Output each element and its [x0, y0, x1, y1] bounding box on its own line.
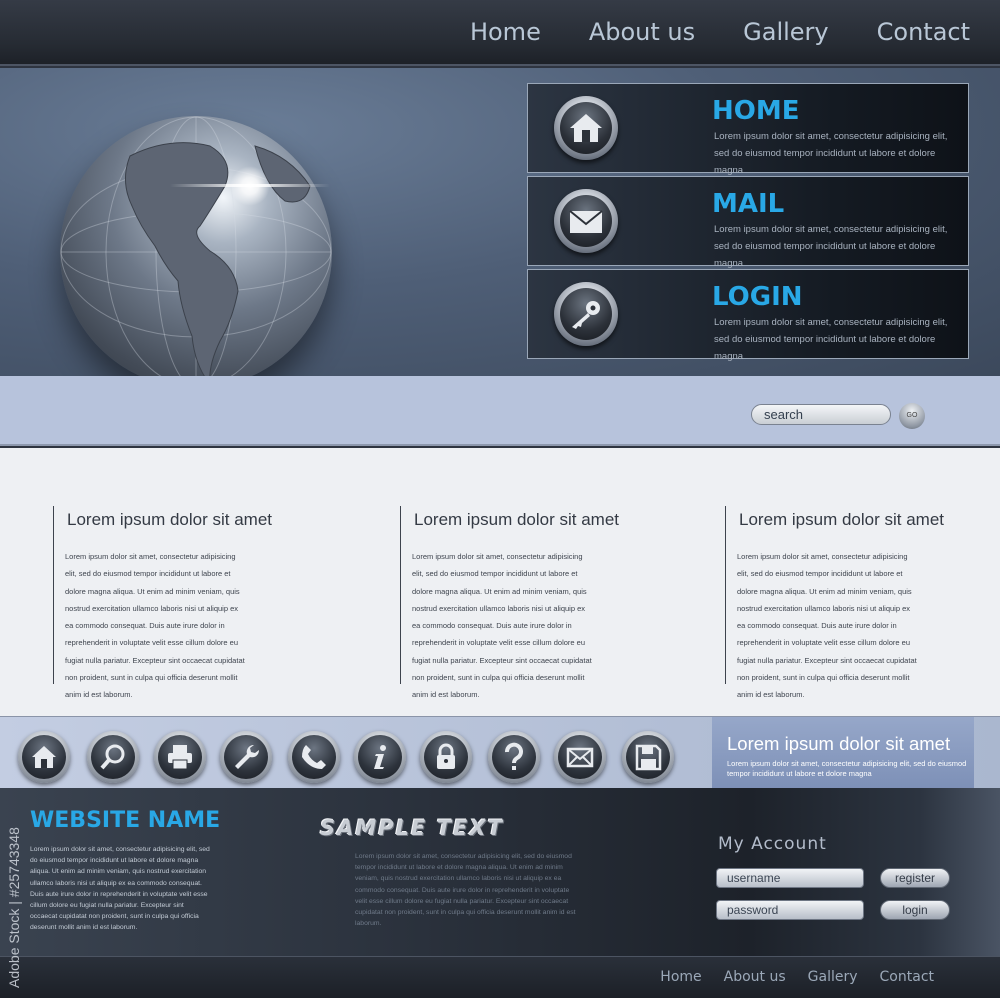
menu-text-home: Lorem ipsum dolor sit amet, consectetur …	[714, 131, 948, 176]
footer-contact-link[interactable]: Contact	[880, 969, 934, 985]
phone-icon[interactable]	[288, 731, 340, 783]
menu-title-login: LOGIN	[712, 282, 803, 312]
nav-home-link[interactable]: Home	[470, 18, 541, 46]
search-input[interactable]: search	[751, 404, 891, 425]
column-text: Lorem ipsum dolor sit amet, consectetur …	[412, 552, 592, 700]
footer-about-link[interactable]: About us	[724, 969, 786, 985]
search-go-button[interactable]: GO	[899, 403, 925, 429]
envelope-icon	[569, 210, 603, 233]
search-band: search GO	[0, 376, 1000, 446]
menu-panel-mail[interactable]: MAIL Lorem ipsum dolor sit amet, consect…	[527, 176, 969, 269]
content-column: Lorem ipsum dolor sit amet Lorem ipsum d…	[725, 506, 944, 699]
content-column: Lorem ipsum dolor sit amet Lorem ipsum d…	[400, 506, 619, 699]
mail-icon[interactable]	[554, 731, 606, 783]
mail-button[interactable]	[554, 189, 618, 253]
account-heading: My Account	[718, 834, 827, 854]
home-button[interactable]	[554, 96, 618, 160]
help-icon[interactable]	[488, 731, 540, 783]
search-icon[interactable]	[87, 731, 139, 783]
bottom-nav: Home About us Gallery Contact	[660, 969, 934, 985]
watermark-text: Adobe Stock | #25743348	[6, 827, 22, 988]
nav-gallery-link[interactable]: Gallery	[743, 18, 828, 46]
save-icon[interactable]	[622, 731, 674, 783]
content-column: Lorem ipsum dolor sit amet Lorem ipsum d…	[53, 506, 272, 699]
printer-icon[interactable]	[154, 731, 206, 783]
promo-heading: Lorem ipsum dolor sit amet	[727, 733, 951, 754]
nav-contact-link[interactable]: Contact	[877, 18, 970, 46]
globe-image	[60, 116, 332, 388]
nav-about-link[interactable]: About us	[589, 18, 695, 46]
lock-icon[interactable]	[420, 731, 472, 783]
stock-watermark: Adobe Stock | #25743348	[6, 770, 22, 990]
home-icon[interactable]	[18, 731, 70, 783]
icon-bar: Lorem ipsum dolor sit amet Lorem ipsum d…	[0, 716, 1000, 789]
menu-title-home: HOME	[712, 96, 800, 126]
column-heading: Lorem ipsum dolor sit amet	[739, 510, 945, 529]
menu-panel-home[interactable]: HOME Lorem ipsum dolor sit amet, consect…	[527, 83, 969, 176]
username-field[interactable]: username	[716, 868, 864, 888]
password-field[interactable]: password	[716, 900, 864, 920]
column-text: Lorem ipsum dolor sit amet, consectetur …	[65, 552, 245, 700]
house-icon	[570, 114, 602, 142]
sample-text: Lorem ipsum dolor sit amet, consectetur …	[355, 853, 576, 928]
menu-panel-login[interactable]: LOGIN Lorem ipsum dolor sit amet, consec…	[527, 269, 969, 362]
menu-title-mail: MAIL	[712, 189, 785, 219]
login-submit-button[interactable]: login	[880, 900, 950, 920]
hero-banner: HOME Lorem ipsum dolor sit amet, consect…	[0, 68, 1000, 388]
menu-text-login: Lorem ipsum dolor sit amet, consectetur …	[714, 317, 948, 362]
lens-flare-streak	[170, 184, 330, 187]
register-button[interactable]: register	[880, 868, 950, 888]
site-description: Lorem ipsum dolor sit amet, consectetur …	[30, 846, 210, 932]
top-nav: Home About us Gallery Contact	[470, 18, 970, 46]
menu-text-mail: Lorem ipsum dolor sit amet, consectetur …	[714, 224, 948, 269]
key-icon	[572, 301, 600, 329]
top-nav-bar: Home About us Gallery Contact	[0, 0, 1000, 66]
site-name: WEBSITE NAME	[30, 808, 221, 833]
promo-text: Lorem ipsum dolor sit amet, consectetur …	[727, 759, 967, 778]
sample-heading: SAMPLE TEXT	[320, 816, 504, 840]
info-icon[interactable]	[354, 731, 406, 783]
column-text: Lorem ipsum dolor sit amet, consectetur …	[737, 552, 917, 700]
wrench-icon[interactable]	[220, 731, 272, 783]
content-area: Lorem ipsum dolor sit amet Lorem ipsum d…	[0, 448, 1000, 716]
globe-sphere	[60, 116, 332, 388]
login-button[interactable]	[554, 282, 618, 346]
bottom-nav-bar: Home About us Gallery Contact	[0, 956, 1000, 998]
footer-home-link[interactable]: Home	[660, 969, 701, 985]
footer-gallery-link[interactable]: Gallery	[808, 969, 858, 985]
promo-box: Lorem ipsum dolor sit amet Lorem ipsum d…	[712, 717, 974, 789]
column-heading: Lorem ipsum dolor sit amet	[414, 510, 620, 529]
column-heading: Lorem ipsum dolor sit amet	[67, 510, 273, 529]
